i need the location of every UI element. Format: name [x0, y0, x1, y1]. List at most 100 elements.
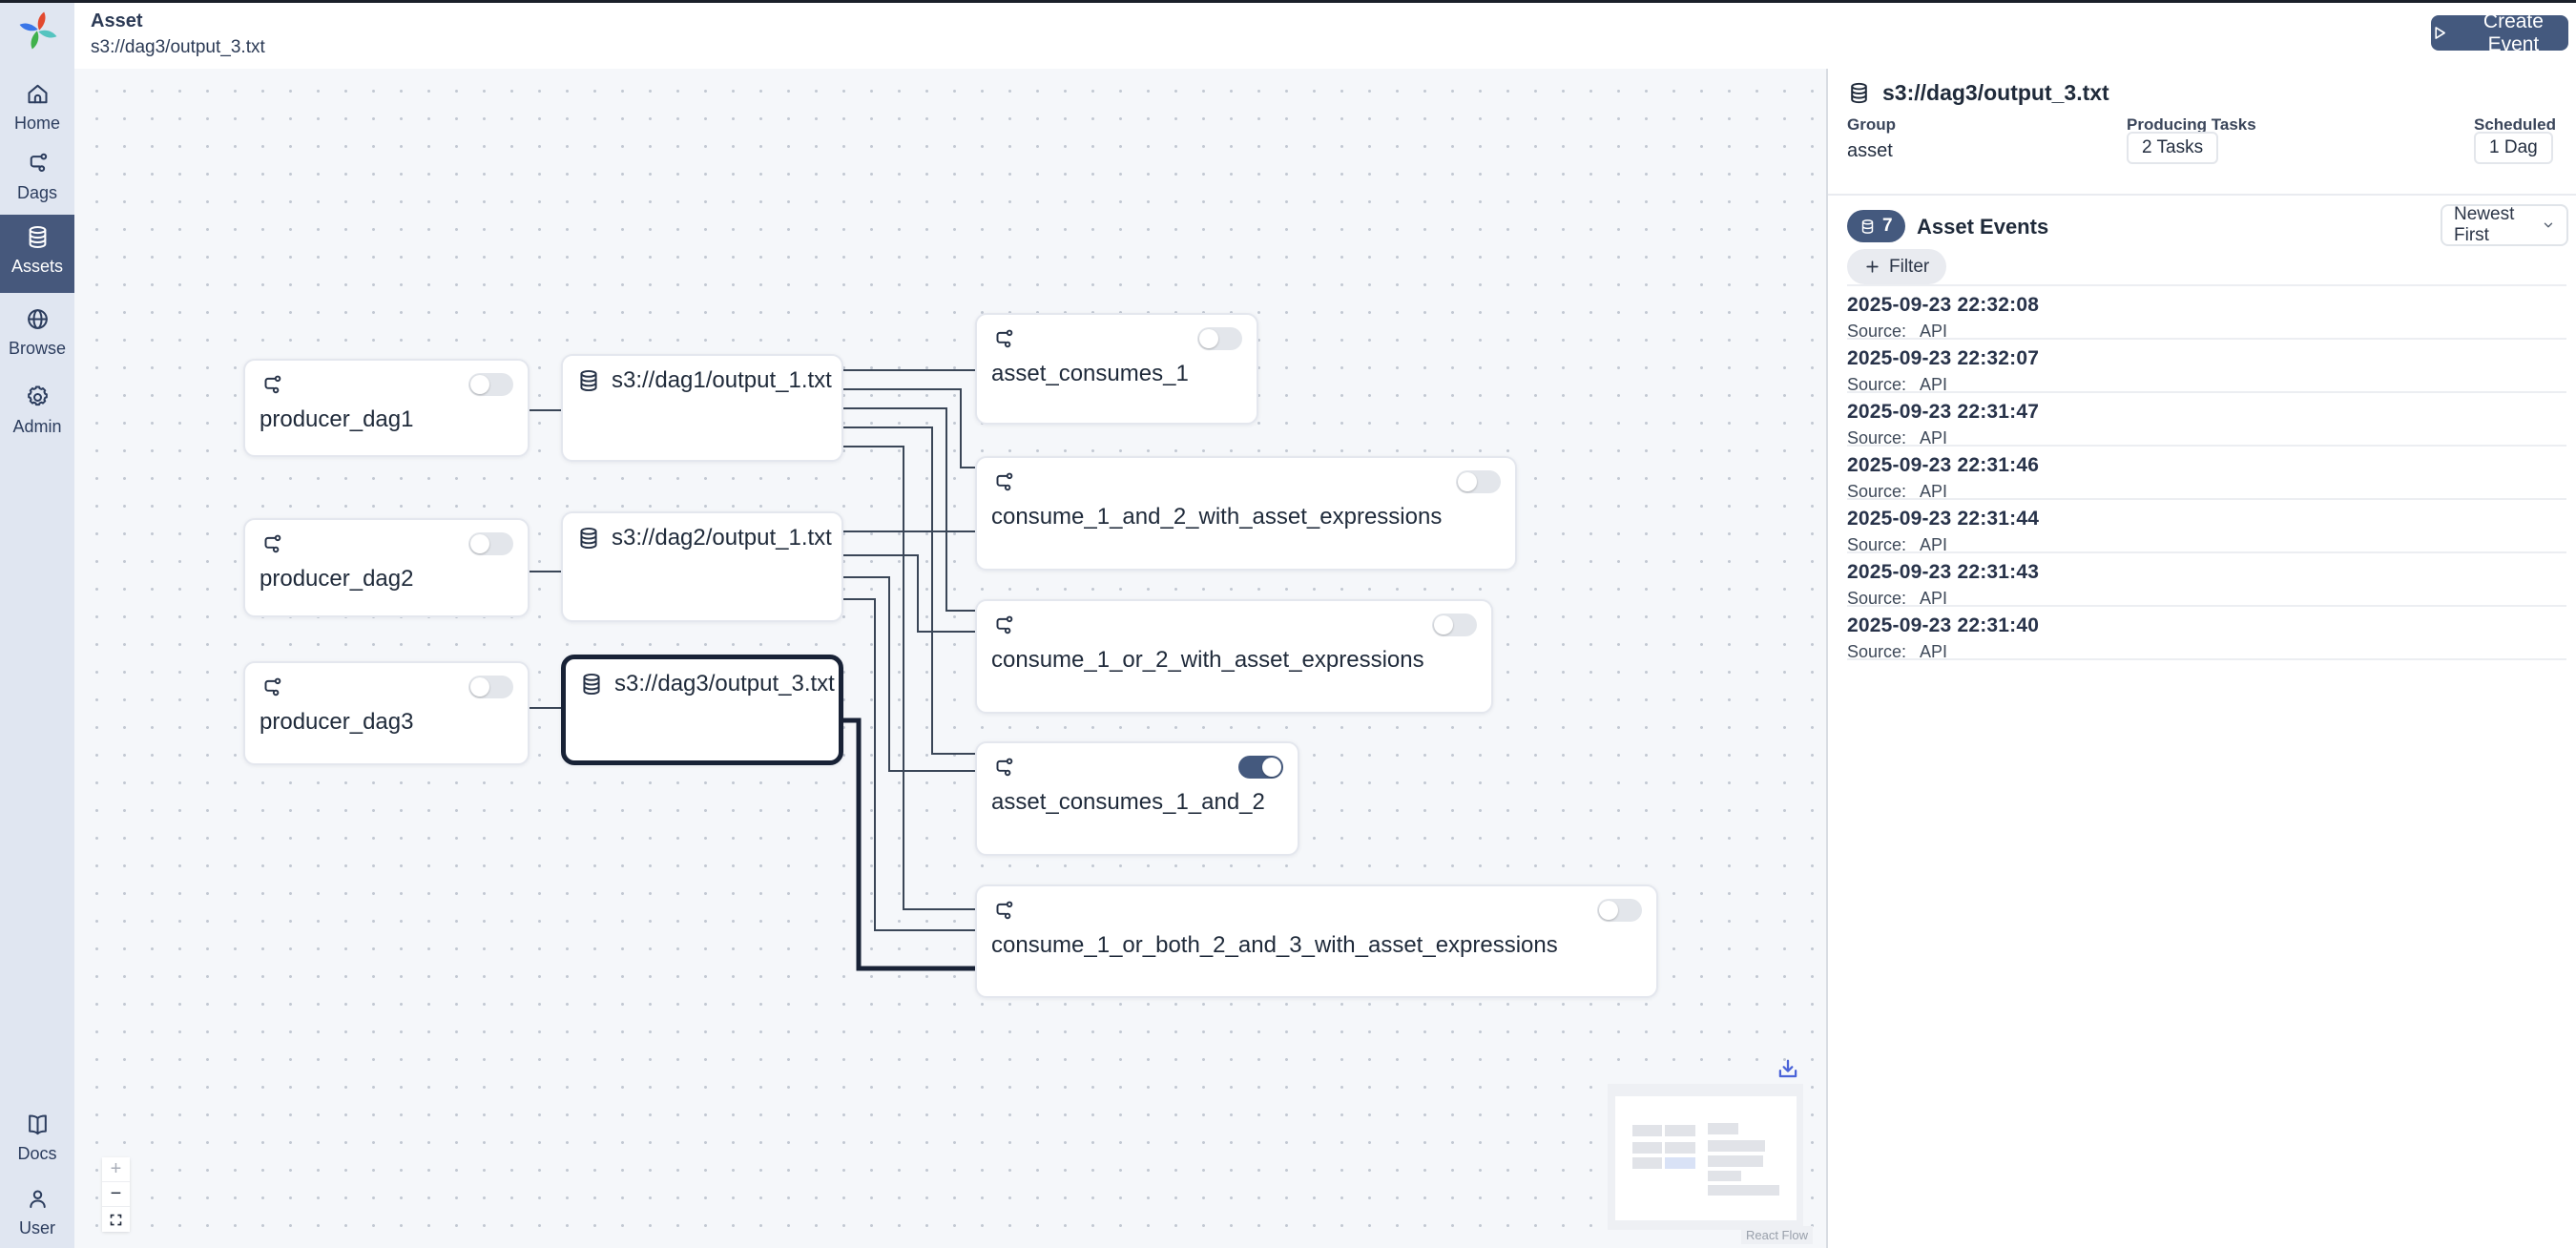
airflow-asset-page: Home Dags Assets Browse Admin Docs User Asset…: [0, 0, 2576, 1248]
event-timestamp: 2025-09-23 22:32:08: [1847, 294, 2566, 317]
gear-icon: [25, 385, 51, 410]
window-top-edge: [0, 0, 2576, 3]
graph-node-s3_dag3_output_3[interactable]: s3://dag3/output_3.txt: [561, 655, 843, 765]
event-timestamp: 2025-09-23 22:31:40: [1847, 614, 2566, 637]
event-source: Source:API: [1847, 482, 2566, 502]
dag-pause-toggle[interactable]: [1432, 614, 1477, 636]
group-value: asset: [1847, 140, 1893, 162]
asset-event-item: 2025-09-23 22:31:47Source:API: [1847, 393, 2566, 447]
sort-order-select[interactable]: Newest First: [2441, 204, 2568, 246]
dag-pause-toggle[interactable]: [468, 676, 513, 698]
node-label: consume_1_and_2_with_asset_expressions: [991, 504, 1501, 530]
dags-icon: [991, 327, 1016, 352]
dag-pause-toggle[interactable]: [1456, 470, 1501, 493]
node-label: consume_1_or_2_with_asset_expressions: [991, 647, 1477, 674]
scheduled-dags-button[interactable]: 1 Dag: [2474, 132, 2553, 164]
plus-icon: [1864, 259, 1880, 275]
asset-graph-canvas[interactable]: producer_dag1 s3://dag1/output_1.txtprodu…: [74, 69, 1826, 1248]
graph-node-consume_1_and_2_with_asset_expressions[interactable]: consume_1_and_2_with_asset_expressions: [975, 456, 1517, 571]
sidebar-item-home[interactable]: Home: [0, 72, 74, 134]
play-icon: [2431, 24, 2448, 42]
dag-pause-toggle[interactable]: [1197, 327, 1242, 350]
asset-events-count-badge: 7: [1847, 210, 1905, 242]
edge-s3_dag1_output_1-to-consume_1_or_both_2_and_3_with_asset_expressions: [843, 447, 975, 909]
event-timestamp: 2025-09-23 22:31:44: [1847, 508, 2566, 530]
fit-view-button[interactable]: [102, 1207, 130, 1232]
event-timestamp: 2025-09-23 22:31:43: [1847, 561, 2566, 584]
sidebar-item-label: User: [19, 1218, 55, 1238]
asset-events-header: 7 Asset Events Newest First Filter: [1828, 196, 2576, 284]
graph-node-producer_dag1[interactable]: producer_dag1: [243, 359, 530, 457]
sidebar-item-admin[interactable]: Admin: [0, 375, 74, 437]
download-graph-button[interactable]: [1775, 1057, 1801, 1084]
sidebar-item-browse[interactable]: Browse: [0, 297, 74, 359]
dags-icon: [25, 151, 51, 177]
fit-view-icon: [109, 1213, 123, 1227]
edge-s3_dag2_output_1-to-asset_consumes_1_and_2: [843, 577, 975, 771]
zoom-out-button[interactable]: −: [102, 1182, 130, 1207]
graph-minimap[interactable]: [1608, 1084, 1803, 1230]
database-icon: [576, 526, 601, 551]
edge-s3_dag1_output_1-to-asset_consumes_1_and_2: [843, 427, 975, 754]
event-source: Source:API: [1847, 375, 2566, 395]
node-label: asset_consumes_1: [991, 361, 1242, 387]
home-icon: [25, 81, 51, 107]
book-icon: [25, 1112, 51, 1137]
minimap-node: [1665, 1142, 1695, 1154]
graph-node-producer_dag2[interactable]: producer_dag2: [243, 518, 530, 617]
asset-events-heading: Asset Events: [1917, 215, 2048, 239]
dags-icon: [260, 532, 284, 557]
add-filter-button[interactable]: Filter: [1847, 249, 1946, 284]
minimap-node: [1665, 1125, 1695, 1136]
minimap-node: [1665, 1157, 1695, 1169]
sidebar-item-user[interactable]: User: [0, 1176, 74, 1238]
node-label: consume_1_or_both_2_and_3_with_asset_exp…: [991, 932, 1642, 959]
group-label: Group: [1847, 115, 1896, 135]
graph-node-consume_1_or_both_2_and_3_with_asset_expressions[interactable]: consume_1_or_both_2_and_3_with_asset_exp…: [975, 884, 1658, 998]
dag-pause-toggle[interactable]: [468, 532, 513, 555]
graph-node-consume_1_or_2_with_asset_expressions[interactable]: consume_1_or_2_with_asset_expressions: [975, 599, 1493, 714]
database-icon: [576, 368, 601, 393]
sidebar-item-docs[interactable]: Docs: [0, 1102, 74, 1164]
edge-s3_dag2_output_1-to-consume_1_or_2_with_asset_expressions: [843, 555, 975, 632]
sidebar-item-label: Docs: [17, 1144, 56, 1164]
node-label: asset_consumes_1_and_2: [991, 789, 1283, 816]
minimap-node: [1632, 1125, 1662, 1136]
event-source: Source:API: [1847, 589, 2566, 609]
edge-s3_dag2_output_1-to-consume_1_or_both_2_and_3_with_asset_expressions: [843, 599, 975, 930]
sidebar-item-assets[interactable]: Assets: [0, 215, 74, 293]
event-timestamp: 2025-09-23 22:31:47: [1847, 401, 2566, 424]
asset-event-item: 2025-09-23 22:31:40 Source:API: [1847, 607, 2566, 660]
asset-event-item: 2025-09-23 22:31:46Source:API: [1847, 447, 2566, 500]
zoom-in-button[interactable]: +: [102, 1157, 130, 1182]
event-timestamp: 2025-09-23 22:32:07: [1847, 347, 2566, 370]
airflow-logo-icon[interactable]: [19, 11, 57, 50]
producing-tasks-button[interactable]: 2 Tasks: [2127, 132, 2218, 164]
dags-icon: [260, 676, 284, 700]
asset-event-item: 2025-09-23 22:32:08Source:API: [1847, 286, 2566, 340]
asset-summary-section: s3://dag3/output_3.txt Group Producing T…: [1828, 69, 2576, 196]
dag-pause-toggle[interactable]: [1238, 756, 1283, 779]
event-source: Source:API: [1847, 535, 2566, 555]
graph-node-s3_dag2_output_1[interactable]: s3://dag2/output_1.txt: [561, 511, 843, 622]
event-source: Source:API: [1847, 642, 2566, 662]
graph-edges: [74, 69, 1826, 1248]
globe-icon: [25, 306, 51, 332]
graph-node-asset_consumes_1[interactable]: asset_consumes_1: [975, 313, 1258, 425]
minimap-node: [1708, 1123, 1738, 1134]
dag-pause-toggle[interactable]: [1597, 899, 1642, 922]
database-icon: [1859, 218, 1876, 235]
sidebar-item-dags[interactable]: Dags: [0, 141, 74, 203]
graph-node-s3_dag1_output_1[interactable]: s3://dag1/output_1.txt: [561, 354, 843, 462]
database-icon: [25, 224, 51, 250]
page-header: Asset s3://dag3/output_3.txt Create Even…: [74, 3, 2576, 69]
minimap-viewport: [1615, 1096, 1797, 1220]
graph-node-producer_dag3[interactable]: producer_dag3: [243, 661, 530, 765]
minimap-node: [1708, 1155, 1763, 1167]
create-event-button[interactable]: Create Event: [2431, 15, 2568, 51]
minimap-node: [1632, 1142, 1662, 1154]
sidebar-item-label: Assets: [11, 257, 63, 277]
graph-node-asset_consumes_1_and_2[interactable]: asset_consumes_1_and_2: [975, 741, 1299, 856]
dags-icon: [260, 373, 284, 398]
dag-pause-toggle[interactable]: [468, 373, 513, 396]
